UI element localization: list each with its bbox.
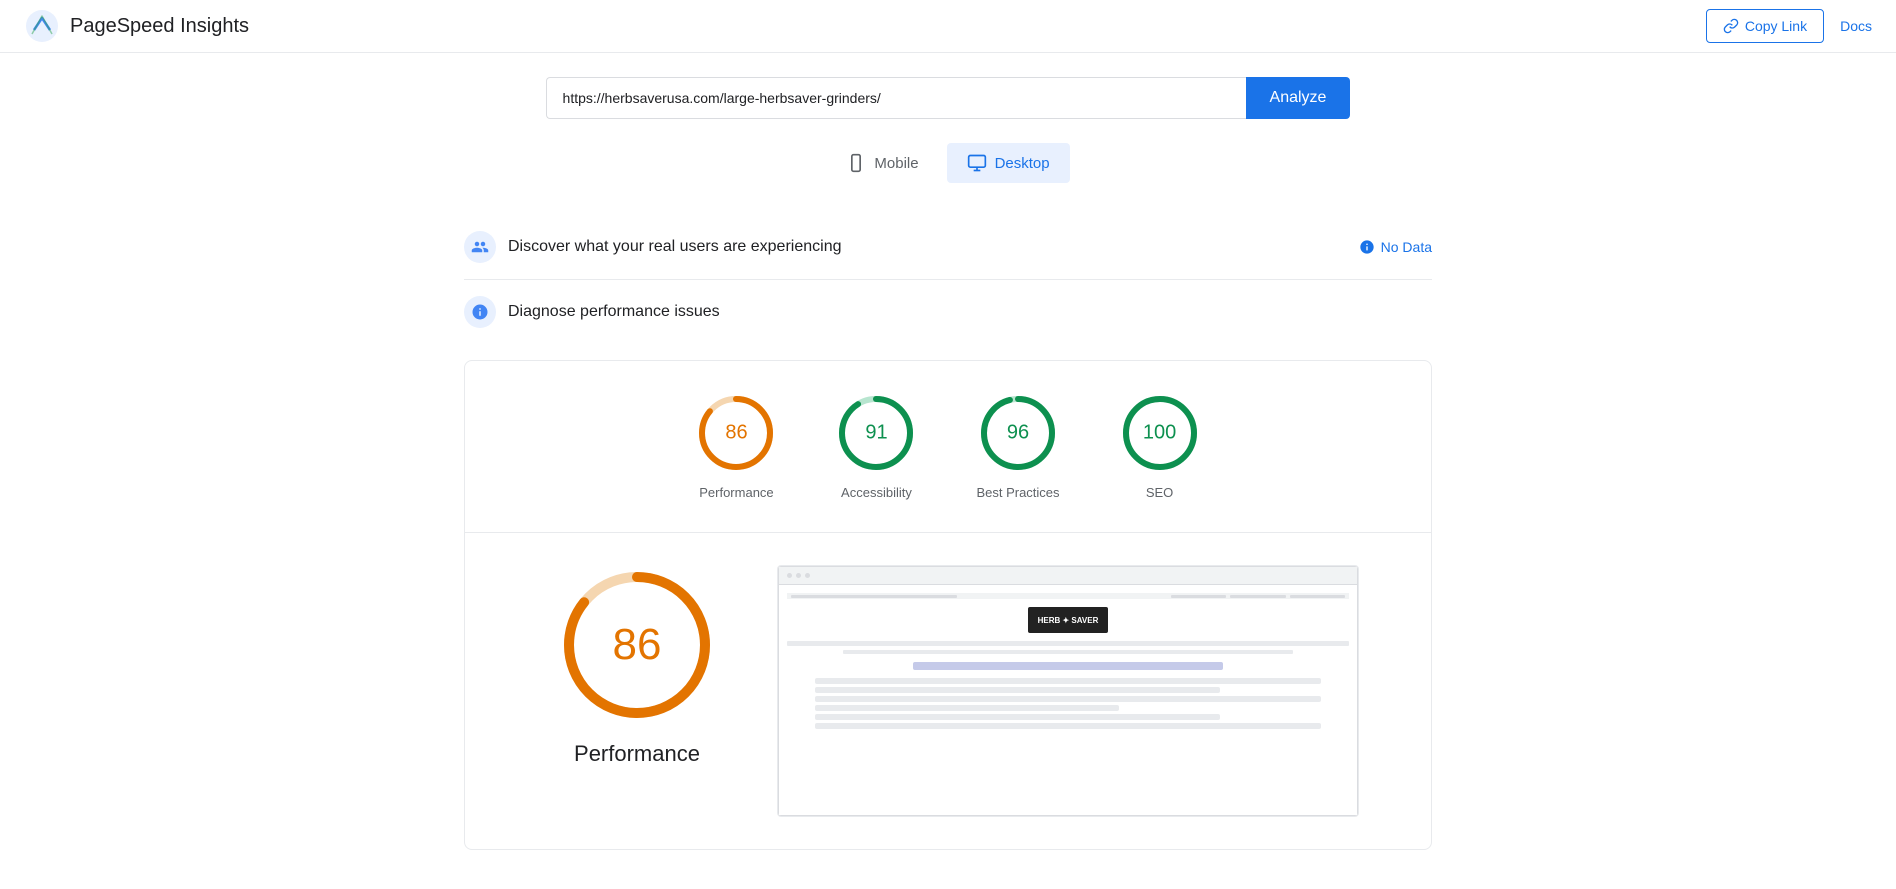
- screenshot-text-content: [815, 678, 1321, 729]
- best-practices-label: Best Practices: [976, 485, 1059, 500]
- scores-row: 86 Performance 91 Accessibility: [497, 393, 1399, 500]
- link-icon: [1723, 18, 1739, 34]
- copy-link-button[interactable]: Copy Link: [1706, 9, 1824, 43]
- diagnose-section: Diagnose performance issues: [464, 280, 1432, 344]
- best-practices-circle: 96: [978, 393, 1058, 473]
- device-tabs: Mobile Desktop: [464, 143, 1432, 183]
- scores-divider: [465, 532, 1431, 533]
- app-title: PageSpeed Insights: [70, 15, 249, 38]
- big-performance-label: Performance: [574, 741, 700, 767]
- analyze-button[interactable]: Analyze: [1246, 77, 1351, 119]
- real-users-section: Discover what your real users are experi…: [464, 215, 1432, 280]
- desktop-icon: [967, 153, 987, 173]
- screenshot-top-nav: [787, 593, 1349, 599]
- main-content: Analyze Mobile Desktop Discover w: [448, 53, 1448, 874]
- tab-mobile[interactable]: Mobile: [826, 143, 938, 183]
- screenshot-browser-chrome: [779, 567, 1357, 585]
- url-input[interactable]: [546, 77, 1246, 119]
- copy-link-label: Copy Link: [1745, 18, 1807, 34]
- seo-value: 100: [1143, 422, 1176, 445]
- chrome-dot-3: [805, 573, 810, 578]
- real-users-icon: [464, 231, 496, 263]
- seo-label: SEO: [1146, 485, 1173, 500]
- accessibility-circle: 91: [836, 393, 916, 473]
- no-data-label: No Data: [1381, 239, 1432, 255]
- accessibility-value: 91: [865, 422, 887, 445]
- score-performance: 86 Performance: [696, 393, 776, 500]
- screenshot-page-title: [913, 662, 1222, 670]
- score-best-practices: 96 Best Practices: [976, 393, 1059, 500]
- diagnose-icon: [464, 296, 496, 328]
- tab-desktop[interactable]: Desktop: [947, 143, 1070, 183]
- header-actions: Copy Link Docs: [1706, 9, 1872, 43]
- url-bar-section: Analyze: [464, 77, 1432, 119]
- screenshot-nav: [787, 641, 1349, 646]
- info-icon: [1359, 239, 1375, 255]
- real-users-title: Discover what your real users are experi…: [508, 238, 1347, 256]
- docs-link[interactable]: Docs: [1840, 18, 1872, 34]
- screenshot-content: HERB ✦ SAVER: [779, 585, 1357, 815]
- screenshot-logo: HERB ✦ SAVER: [1028, 607, 1108, 633]
- screenshot-subnav: [843, 650, 1293, 654]
- logo-area: PageSpeed Insights: [24, 8, 249, 44]
- score-seo: 100 SEO: [1120, 393, 1200, 500]
- accessibility-label: Accessibility: [841, 485, 912, 500]
- score-accessibility: 91 Accessibility: [836, 393, 916, 500]
- screenshot-area: HERB ✦ SAVER: [777, 565, 1359, 817]
- diagnose-title: Diagnose performance issues: [508, 303, 1432, 321]
- performance-value: 86: [725, 422, 747, 445]
- app-header: PageSpeed Insights Copy Link Docs: [0, 0, 1896, 53]
- chrome-dot-1: [787, 573, 792, 578]
- website-screenshot: HERB ✦ SAVER: [778, 566, 1358, 816]
- performance-circle: 86: [696, 393, 776, 473]
- best-practices-value: 96: [1007, 422, 1029, 445]
- pagespeed-logo-icon: [24, 8, 60, 44]
- seo-circle: 100: [1120, 393, 1200, 473]
- mobile-icon: [846, 153, 866, 173]
- no-data-indicator: No Data: [1359, 239, 1432, 255]
- big-score-area: 86 Performance: [537, 565, 737, 767]
- big-performance-value: 86: [613, 620, 662, 670]
- scores-card: 86 Performance 91 Accessibility: [464, 360, 1432, 850]
- chrome-dot-2: [796, 573, 801, 578]
- bottom-section: 86 Performance: [497, 565, 1399, 817]
- big-performance-circle: 86: [557, 565, 717, 725]
- performance-label: Performance: [699, 485, 773, 500]
